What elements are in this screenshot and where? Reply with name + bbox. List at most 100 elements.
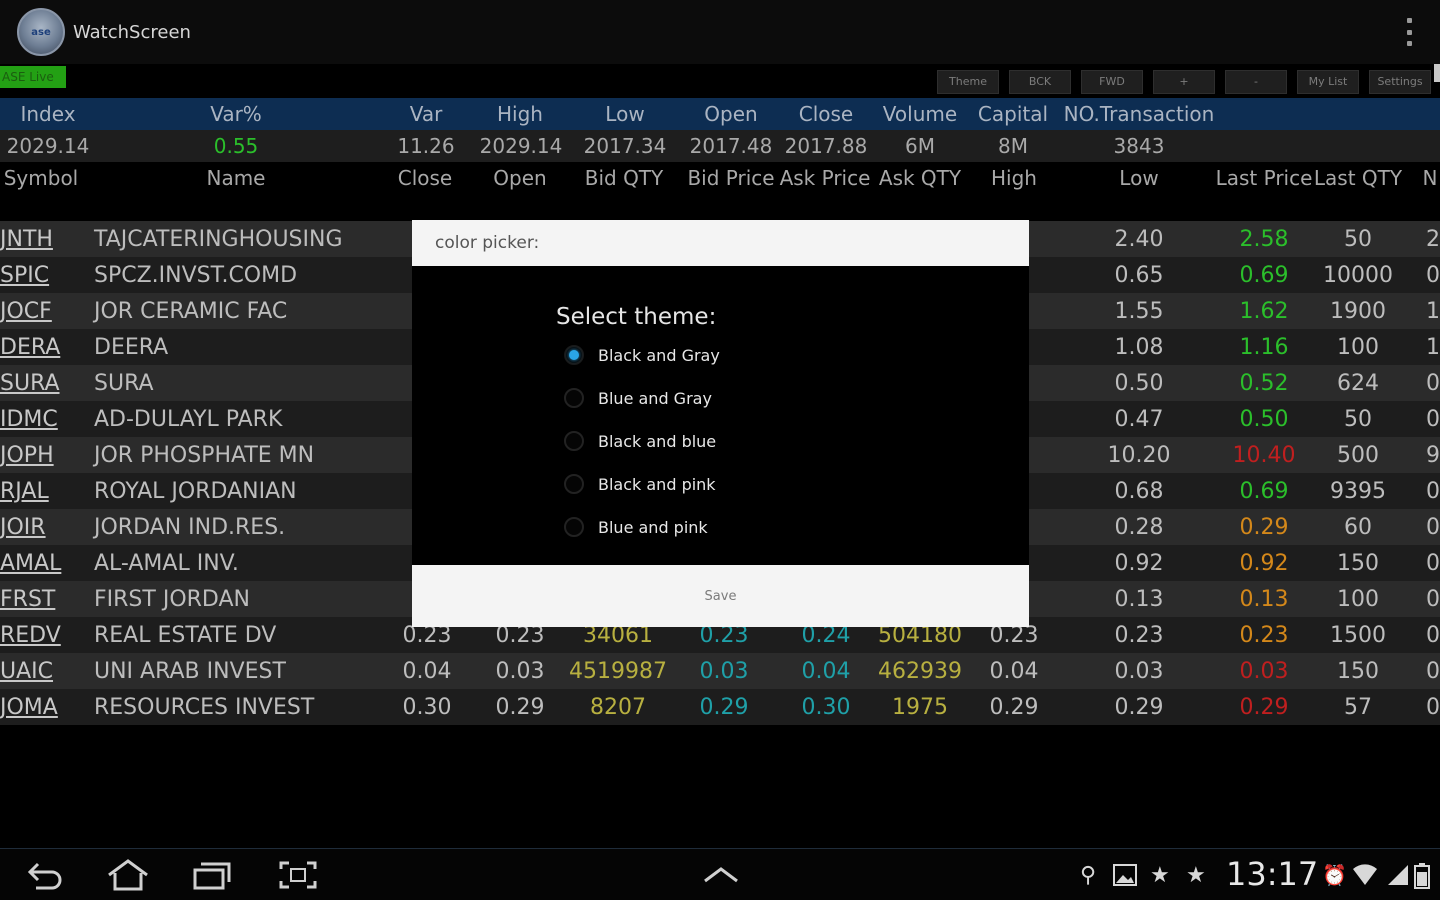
- row-low: 0.68: [1114, 478, 1164, 504]
- row-bid-qty: 8207: [590, 694, 646, 720]
- column-header-bid-price[interactable]: Bid Price: [682, 162, 780, 220]
- app-logo-icon[interactable]: ase: [17, 8, 65, 56]
- row-name: FIRST JORDAN: [94, 586, 250, 612]
- home-nav-icon[interactable]: [104, 859, 152, 891]
- row-name: TAJCATERINGHOUSING: [94, 226, 343, 252]
- row-low: 1.08: [1114, 334, 1164, 360]
- row-last-qty: 10000: [1323, 262, 1393, 288]
- radio-checked-icon[interactable]: [564, 345, 584, 365]
- screenshot-icon[interactable]: [276, 859, 320, 891]
- theme-option-black-pink[interactable]: Black and pink: [564, 469, 716, 499]
- table-row[interactable]: JOMA RESOURCES INVEST 0.30 0.29 8207 0.29 0.30…: [0, 689, 1440, 725]
- row-close: 0.04: [402, 658, 452, 684]
- row-symbol-link[interactable]: AMAL: [0, 545, 82, 581]
- row-symbol-link[interactable]: JOIR: [0, 509, 82, 545]
- index-value: 2017.48: [689, 134, 773, 158]
- row-n: 9: [1426, 442, 1440, 468]
- row-low: 0.50: [1114, 370, 1164, 396]
- index-header-cell: Volume: [882, 102, 958, 126]
- row-last-price: 0.50: [1239, 406, 1289, 432]
- radio-unchecked-icon[interactable]: [564, 474, 584, 494]
- radio-unchecked-icon[interactable]: [564, 431, 584, 451]
- forward-button[interactable]: FWD: [1081, 70, 1143, 94]
- row-symbol-link[interactable]: SPIC: [0, 257, 82, 293]
- row-name: SPCZ.INVST.COMD: [94, 262, 298, 288]
- theme-button[interactable]: Theme: [937, 70, 999, 94]
- zoom-in-button[interactable]: +: [1153, 70, 1215, 94]
- column-header-low[interactable]: Low: [1100, 162, 1178, 220]
- row-symbol-link[interactable]: DERA: [0, 329, 82, 365]
- back-button[interactable]: BCK: [1009, 70, 1071, 94]
- column-header-close[interactable]: Close: [390, 162, 460, 220]
- row-name: JORDAN IND.RES.: [94, 514, 286, 540]
- index-header-cell: Var: [409, 102, 443, 126]
- column-header-name[interactable]: Name: [186, 162, 286, 220]
- table-header: Symbol Name Close Open Bid QTY Bid Price…: [0, 162, 1440, 220]
- row-n: 1: [1426, 298, 1440, 324]
- toolbar-scrollbar[interactable]: [1434, 64, 1440, 82]
- row-symbol-link[interactable]: SURA: [0, 365, 82, 401]
- row-n: 1: [1426, 334, 1440, 360]
- theme-option-blue-gray[interactable]: Blue and Gray: [564, 383, 712, 413]
- row-symbol-link[interactable]: JOPH: [0, 437, 82, 473]
- live-badge: ASE Live: [0, 66, 66, 88]
- chevron-up-icon[interactable]: [700, 859, 742, 891]
- recent-apps-icon[interactable]: [190, 859, 234, 891]
- row-low: 0.13: [1114, 586, 1164, 612]
- row-symbol-link[interactable]: UAIC: [0, 653, 82, 689]
- theme-option-label: Black and blue: [598, 431, 717, 451]
- column-header-last-qty[interactable]: Last QTY: [1314, 162, 1402, 220]
- system-navigation-bar: ⚲ ★ ★ 13:17 ⏰: [0, 848, 1440, 900]
- theme-option-black-blue[interactable]: Black and blue: [564, 426, 716, 456]
- column-header-high[interactable]: High: [980, 162, 1048, 220]
- column-header-symbol[interactable]: Symbol: [0, 162, 82, 220]
- row-symbol-link[interactable]: JOMA: [0, 689, 82, 725]
- row-low: 0.47: [1114, 406, 1164, 432]
- row-last-price: 10.40: [1232, 442, 1296, 468]
- row-n: 0: [1426, 658, 1440, 684]
- row-last-price: 0.23: [1239, 622, 1289, 648]
- wifi-icon: [1352, 863, 1378, 893]
- row-last-price: 0.69: [1239, 262, 1289, 288]
- column-header-n[interactable]: N: [1420, 162, 1440, 220]
- row-name: AD-DULAYL PARK: [94, 406, 283, 432]
- row-name: REAL ESTATE DV: [94, 622, 277, 648]
- column-header-bid-qty[interactable]: Bid QTY: [576, 162, 672, 220]
- my-list-button[interactable]: My List: [1297, 70, 1359, 94]
- theme-option-blue-pink[interactable]: Blue and pink: [564, 512, 708, 542]
- row-symbol-link[interactable]: REDV: [0, 617, 82, 653]
- row-last-qty: 1900: [1330, 298, 1386, 324]
- status-clock: 13:17: [1226, 855, 1319, 893]
- radio-unchecked-icon[interactable]: [564, 517, 584, 537]
- column-header-last-price[interactable]: Last Price: [1216, 162, 1313, 220]
- row-name: DEERA: [94, 334, 169, 360]
- row-symbol-link[interactable]: FRST: [0, 581, 82, 617]
- settings-button[interactable]: Settings: [1369, 70, 1431, 94]
- column-header-open[interactable]: Open: [484, 162, 556, 220]
- dialog-body: Select theme: Black and Gray Blue and Gr…: [412, 266, 1029, 564]
- row-symbol-link[interactable]: IDMC: [0, 401, 82, 437]
- save-button[interactable]: Save: [412, 565, 1029, 627]
- row-symbol-link[interactable]: RJAL: [0, 473, 82, 509]
- table-row[interactable]: UAIC UNI ARAB INVEST 0.04 0.03 4519987 0.03 0.…: [0, 653, 1440, 689]
- row-open: 0.29: [495, 694, 545, 720]
- index-value: 2017.88: [784, 134, 868, 158]
- row-last-price: 1.16: [1239, 334, 1289, 360]
- row-name: ROYAL JORDANIAN: [94, 478, 297, 504]
- column-header-ask-price[interactable]: Ask Price: [780, 162, 871, 220]
- row-symbol-link[interactable]: JOCF: [0, 293, 82, 329]
- row-open: 0.03: [495, 658, 545, 684]
- row-name: RESOURCES INVEST: [94, 694, 315, 720]
- radio-unchecked-icon[interactable]: [564, 388, 584, 408]
- index-value: 11.26: [397, 134, 455, 158]
- row-name: JOR CERAMIC FAC: [94, 298, 288, 324]
- row-n: 0: [1426, 694, 1440, 720]
- overflow-menu-icon[interactable]: [1406, 18, 1412, 46]
- dialog-title: color picker:: [412, 220, 1029, 266]
- column-header-ask-qty[interactable]: Ask QTY: [870, 162, 970, 220]
- back-nav-icon[interactable]: [22, 859, 66, 891]
- row-symbol-link[interactable]: JNTH: [0, 221, 82, 257]
- zoom-out-button[interactable]: -: [1225, 70, 1287, 94]
- theme-option-black-gray[interactable]: Black and Gray: [564, 340, 720, 370]
- row-n: 0: [1426, 406, 1440, 432]
